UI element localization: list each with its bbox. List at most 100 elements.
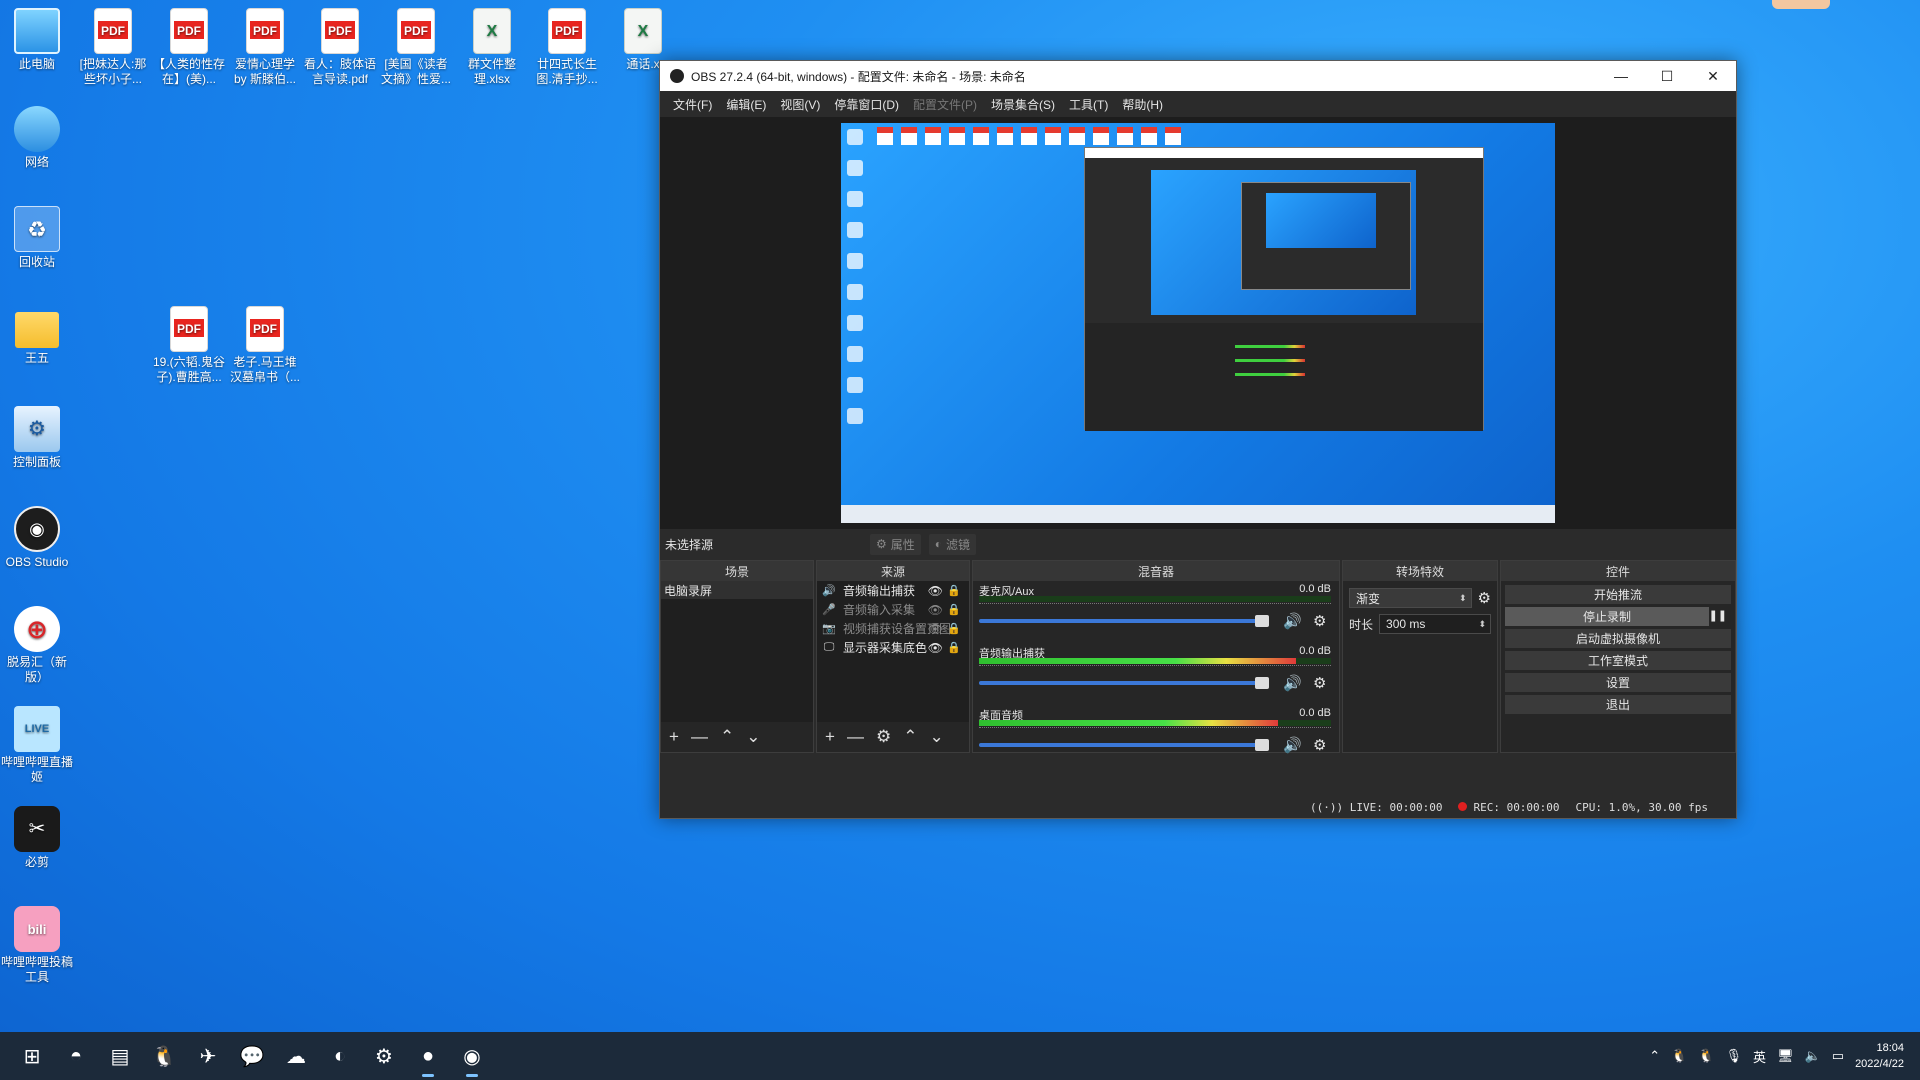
microphone-icon[interactable]: 🎙 xyxy=(1726,1048,1743,1064)
desktop-icon-bin[interactable]: ♻ 回收站 xyxy=(0,206,74,270)
network-icon[interactable]: 🖥 xyxy=(1777,1048,1794,1064)
studio-mode-button[interactable]: 工作室模式 xyxy=(1505,651,1731,670)
add-scene-button[interactable]: + xyxy=(669,727,679,747)
gear-icon[interactable]: ⚙ xyxy=(1313,736,1326,754)
source-settings-icon[interactable]: ⚙ xyxy=(876,727,891,747)
move-down-icon[interactable]: ⌄ xyxy=(746,727,760,747)
desktop-icon-pdf[interactable]: PDF 看人：肢体语言导读.pdf xyxy=(303,8,377,87)
eye-icon[interactable]: 👁 xyxy=(928,641,943,655)
clock[interactable]: 18:04 2022/4/22 xyxy=(1855,1040,1904,1072)
desktop-icon-pdf[interactable]: PDF 爱情心理学 by 斯滕伯... xyxy=(228,8,302,87)
slider-handle[interactable] xyxy=(1255,615,1269,627)
eye-off-icon[interactable]: 👁 xyxy=(928,622,943,636)
desktop-icon-live[interactable]: LIVE 哔哩哔哩直播姬 xyxy=(0,706,74,785)
desktop-icon-cut[interactable]: ✂ 必剪 xyxy=(0,806,74,870)
preview-area[interactable] xyxy=(660,117,1736,529)
tool-icon[interactable]: ⚙ xyxy=(362,1032,406,1080)
menu-profile[interactable]: 配置文件(P) xyxy=(906,96,984,113)
desktop-icon-pdf[interactable]: PDF [把妹达人:那些坏小子... xyxy=(76,8,150,87)
volume-icon[interactable]: 🔈 xyxy=(1805,1048,1821,1064)
notepad-icon[interactable]: ▤ xyxy=(98,1032,142,1080)
spinner-icon[interactable]: ⬍ xyxy=(1478,619,1486,630)
record-icon[interactable]: ● xyxy=(406,1032,450,1080)
qq-tray-icon-2[interactable]: 🐧 xyxy=(1698,1048,1714,1064)
menu-view[interactable]: 视图(V) xyxy=(773,96,827,113)
desktop-icon-pdf[interactable]: PDF 19.(六韬.鬼谷子).曹胜高... xyxy=(152,306,226,385)
desktop-icon-folder[interactable]: 王五 xyxy=(0,306,74,366)
desktop-icon-pc[interactable]: 此电脑 xyxy=(0,8,74,72)
duration-input[interactable]: 300 ms ⬍ xyxy=(1379,614,1491,634)
transition-gear-icon[interactable]: ⚙ xyxy=(1478,589,1491,607)
qq-tray-icon[interactable]: 🐧 xyxy=(1671,1048,1687,1064)
desktop-icon-pdf[interactable]: PDF 【人类的性存在】(美)... xyxy=(152,8,226,87)
remove-scene-button[interactable]: — xyxy=(691,727,708,747)
source-item[interactable]: 🔊 音频输出捕获 👁 🔒 xyxy=(817,581,969,600)
obs-icon[interactable]: ◉ xyxy=(450,1032,494,1080)
feishu-icon[interactable]: ✈ xyxy=(186,1032,230,1080)
source-item[interactable]: 🖵 显示器采集底色 👁 🔒 xyxy=(817,638,969,657)
transition-select[interactable]: 渐变 ⬍ xyxy=(1349,588,1472,608)
speaker-icon[interactable]: 🔊 xyxy=(1283,736,1302,754)
desktop-icon-red[interactable]: ⊕ 脱易汇（新版） xyxy=(0,606,74,685)
desktop-icon-cpl[interactable]: ⚙ 控制面板 xyxy=(0,406,74,470)
chevron-up-icon[interactable]: ⌃ xyxy=(1649,1048,1660,1064)
add-source-button[interactable]: + xyxy=(825,727,835,747)
lock-icon[interactable]: 🔒 xyxy=(947,584,961,597)
volume-slider[interactable] xyxy=(979,739,1269,751)
obs-titlebar[interactable]: OBS 27.2.4 (64-bit, windows) - 配置文件: 未命名… xyxy=(660,61,1736,91)
desktop-icon-bili[interactable]: bili 哔哩哔哩投稿工具 xyxy=(0,906,74,985)
settings-button[interactable]: 设置 xyxy=(1505,673,1731,692)
lock-icon[interactable]: 🔒 xyxy=(947,641,961,654)
start-icon[interactable]: ⊞ xyxy=(10,1032,54,1080)
wechat-icon[interactable]: 💬 xyxy=(230,1032,274,1080)
desktop-icon-pdf[interactable]: PDF [美国《读者文摘》性爱... xyxy=(379,8,453,87)
desktop-icon-xls[interactable]: X 群文件整理.xlsx xyxy=(455,8,529,87)
gear-icon[interactable]: ⚙ xyxy=(1313,612,1326,630)
gear-icon[interactable]: ⚙ xyxy=(1313,674,1326,692)
move-up-icon[interactable]: ⌃ xyxy=(903,727,917,747)
ime-indicator[interactable]: 英 xyxy=(1753,1047,1766,1066)
move-up-icon[interactable]: ⌃ xyxy=(720,727,734,747)
eye-icon[interactable]: 👁 xyxy=(928,584,943,598)
filters-button[interactable]: ◐ 滤镜 xyxy=(928,533,977,555)
menu-docks[interactable]: 停靠窗口(D) xyxy=(827,96,906,113)
pause-recording-icon[interactable]: ❚❚ xyxy=(1709,609,1727,622)
desktop-icon-pdf[interactable]: PDF 老子.马王堆汉墓帛书（... xyxy=(228,306,302,385)
slider-handle[interactable] xyxy=(1255,677,1269,689)
edge-icon[interactable]: ◓ xyxy=(54,1032,98,1080)
desktop-icon-net[interactable]: 网络 xyxy=(0,106,74,170)
minimize-button[interactable]: — xyxy=(1598,61,1644,91)
lock-icon[interactable]: 🔒 xyxy=(947,622,961,635)
menu-file[interactable]: 文件(F) xyxy=(666,96,719,113)
speaker-icon[interactable]: 🔊 xyxy=(1283,612,1302,630)
preview-canvas[interactable] xyxy=(841,123,1555,523)
scene-item[interactable]: 电脑录屏 xyxy=(661,581,813,599)
start-virtual-camera-button[interactable]: 启动虚拟摄像机 xyxy=(1505,629,1731,648)
browser-icon[interactable]: ◐ xyxy=(318,1032,362,1080)
stop-recording-button[interactable]: 停止录制 xyxy=(1505,607,1709,626)
baidu-netdisk-icon[interactable]: ☁ xyxy=(274,1032,318,1080)
lock-icon[interactable]: 🔒 xyxy=(947,603,961,616)
menu-scene-collection[interactable]: 场景集合(S) xyxy=(984,96,1062,113)
remove-source-button[interactable]: — xyxy=(847,727,864,747)
exit-button[interactable]: 退出 xyxy=(1505,695,1731,714)
start-streaming-button[interactable]: 开始推流 xyxy=(1505,585,1731,604)
speaker-icon[interactable]: 🔊 xyxy=(1283,674,1302,692)
menu-help[interactable]: 帮助(H) xyxy=(1115,96,1170,113)
source-item[interactable]: 📷 视频捕获设备置顶图 👁 🔒 xyxy=(817,619,969,638)
close-button[interactable]: ✕ xyxy=(1690,61,1736,91)
source-item[interactable]: 🎤 音频输入采集 👁 🔒 xyxy=(817,600,969,619)
properties-button[interactable]: ⚙ 属性 xyxy=(870,533,921,555)
volume-slider[interactable] xyxy=(979,677,1269,689)
maximize-button[interactable]: ☐ xyxy=(1644,61,1690,91)
qq-icon[interactable]: 🐧 xyxy=(142,1032,186,1080)
eye-off-icon[interactable]: 👁 xyxy=(928,603,943,617)
floating-widget[interactable] xyxy=(1772,0,1830,9)
desktop-icon-pdf[interactable]: PDF 廿四式长生图.清手抄... xyxy=(530,8,604,87)
battery-icon[interactable]: ▭ xyxy=(1832,1048,1844,1064)
slider-handle[interactable] xyxy=(1255,739,1269,751)
volume-slider[interactable] xyxy=(979,615,1269,627)
menu-edit[interactable]: 编辑(E) xyxy=(719,96,773,113)
move-down-icon[interactable]: ⌄ xyxy=(929,727,943,747)
desktop-icon-obs[interactable]: ◉ OBS Studio xyxy=(0,506,74,570)
